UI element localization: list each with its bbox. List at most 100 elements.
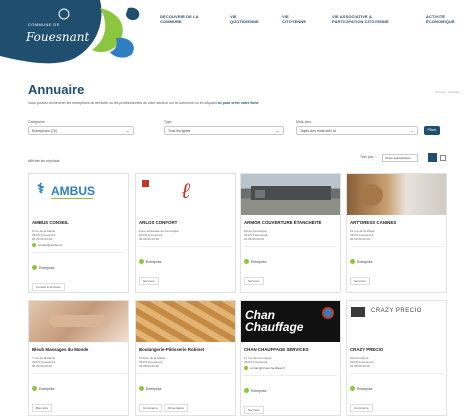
category-badge: Entreprise	[139, 259, 162, 265]
nav-decouvrir[interactable]: DÉCOUVRIR DE LA COMMUNE	[160, 14, 208, 24]
breadcrumb[interactable]: Accueil > Annuaire	[435, 90, 460, 94]
card-address-line: 02 98 00 00 00	[139, 364, 160, 369]
chevron-down-icon: ⌄	[275, 128, 280, 134]
intro-link[interactable]: ici pour créer votre fiche	[218, 101, 259, 105]
results-count: Afficher les résultats	[28, 159, 60, 163]
page-title: Annuaire	[28, 82, 85, 97]
email-icon	[32, 243, 36, 248]
card-image[interactable]: ℓ	[136, 174, 235, 215]
filters-bar: Catégories Entreprises (76) ⌄ Type Tous …	[28, 120, 458, 146]
card-title[interactable]: CRAZY PRECIO	[350, 347, 443, 353]
divider	[244, 246, 337, 248]
category-badge: Entreprise	[32, 265, 54, 271]
filter-button[interactable]: Filtrer	[424, 126, 440, 135]
category-dot-icon	[32, 386, 37, 392]
category-dot-icon	[350, 259, 355, 265]
card-image[interactable]	[29, 301, 128, 342]
card-address-line: 06 00 00 00 00	[32, 237, 53, 242]
card-email[interactable]: contact@ambus.fr	[32, 243, 125, 248]
directory-card[interactable]: Bleuh Massages du Monde 7 rue de la Mairi…	[28, 300, 129, 416]
keywords-value: Tapez des mots-clés ici	[300, 129, 337, 133]
intro-body: Vous pouvez rechercher les entreprises d…	[28, 101, 217, 105]
card-image[interactable]: Chan Chauffage	[241, 301, 340, 342]
card-title[interactable]: ARLOS CONFORT	[139, 220, 232, 226]
logo[interactable]: COMMUNE DE Fouesnant	[0, 0, 150, 72]
card-title[interactable]: ARMOR COUVERTURE ÉTANCHÉITÉ	[244, 220, 337, 226]
sort-select[interactable]: Ordre alphabétique	[382, 154, 418, 162]
grid-view-icon[interactable]	[428, 153, 437, 162]
badge-label: Entreprise	[146, 259, 162, 264]
card-image[interactable]	[241, 174, 340, 215]
card-email-text: contact@chanchauffage.fr	[250, 366, 286, 371]
keywords-label: Mots-clés	[296, 120, 311, 124]
card-image-text: CRAZY PRECIO	[371, 308, 422, 314]
email-icon	[244, 366, 248, 371]
badge-label: Entreprise	[357, 386, 373, 391]
badge-label: Entreprise	[357, 259, 373, 264]
chevron-down-icon: ⌄	[125, 128, 130, 134]
ambus-logo-icon: ⚕	[37, 180, 45, 196]
card-address-line: 02 98 00 00 00	[350, 364, 371, 369]
card-email-text: contact@ambus.fr	[38, 243, 63, 248]
card-tag[interactable]: Commerce	[350, 404, 373, 413]
list-view-icon[interactable]	[440, 155, 446, 161]
logo-line1: COMMUNE DE	[28, 22, 60, 27]
card-tag[interactable]: Services	[244, 277, 264, 286]
directory-card[interactable]: ⚕ AMBUS AMBUS CONSEIL 6 rue de la Mairie 291…	[28, 173, 129, 293]
nav-vie-associative[interactable]: VIE ASSOCIATIVE & PARTICIPATION CITOYENN…	[332, 14, 404, 24]
card-tag[interactable]: Commerce	[139, 404, 162, 413]
category-dot-icon	[244, 388, 249, 394]
card-tag[interactable]: Services	[350, 277, 370, 286]
directory-card[interactable]: Boulangerie-Pâtisserie Robinet 6 Place de…	[135, 300, 236, 416]
card-image[interactable]: ⚕ AMBUS	[29, 174, 128, 215]
card-address-line: 02 98 00 00 00	[139, 237, 160, 242]
category-badge: Entreprise	[244, 388, 266, 394]
type-value: Tous les types	[168, 129, 191, 133]
directory-card[interactable]: CRAZY PRECIO CRAZY PRECIO ZA Kerourgué 2917…	[346, 300, 447, 416]
nav-vie-quotidienne[interactable]: VIE QUOTIDIENNE	[230, 14, 260, 24]
card-address-line: 06 00 00 00 00	[32, 364, 53, 369]
card-title[interactable]: CHAN CHAUFFAGE SERVICES	[244, 347, 337, 353]
card-email[interactable]: contact@chanchauffage.fr	[244, 366, 337, 371]
category-select[interactable]: Entreprises (76) ⌄	[28, 126, 134, 135]
card-image-text: Chan Chauffage	[245, 308, 304, 334]
site-header: COMMUNE DE Fouesnant DÉCOUVRIR DE LA COM…	[0, 0, 470, 72]
directory-card[interactable]: ART'DRESS CANINES 22 rue de la Plage 29170…	[346, 173, 447, 293]
category-dot-icon	[350, 386, 355, 392]
chevron-down-icon: ⌄	[409, 128, 414, 134]
divider	[32, 252, 125, 254]
logo-line2: Fouesnant	[26, 30, 90, 44]
card-title[interactable]: ART'DRESS CANINES	[350, 220, 443, 226]
card-image[interactable]	[347, 174, 446, 215]
nav-activite-economique[interactable]: ACTIVITÉ ÉCONOMIQUE	[426, 14, 466, 24]
card-address-line: 06 00 00 00 00	[350, 237, 371, 242]
card-tag[interactable]: Bien-être	[32, 404, 53, 413]
main-nav: DÉCOUVRIR DE LA COMMUNE VIE QUOTIDIENNE …	[160, 14, 466, 24]
card-image[interactable]	[136, 301, 235, 342]
card-tag[interactable]: Services	[139, 277, 159, 286]
divider	[350, 373, 443, 375]
keywords-input[interactable]: Tapez des mots-clés ici ⌄	[296, 126, 418, 135]
card-title[interactable]: Boulangerie-Pâtisserie Robinet	[139, 347, 232, 353]
card-title[interactable]: Bleuh Massages du Monde	[32, 347, 125, 353]
card-tag[interactable]: Alimentation	[163, 404, 189, 413]
directory-card[interactable]: Chan Chauffage CHAN CHAUFFAGE SERVICES 17 …	[240, 300, 341, 416]
category-value: Entreprises (76)	[32, 129, 57, 133]
category-dot-icon	[244, 259, 249, 265]
category-badge: Entreprise	[244, 259, 266, 265]
card-title[interactable]: AMBUS CONSEIL	[32, 220, 125, 226]
card-tag[interactable]: Conseil & services	[32, 283, 65, 292]
category-dot-icon	[139, 386, 144, 392]
category-dot-icon	[32, 265, 37, 271]
divider	[139, 246, 232, 248]
divider	[350, 246, 443, 248]
directory-card[interactable]: ARMOR COUVERTURE ÉTANCHÉITÉ ZA de Kerourg…	[240, 173, 341, 293]
directory-card[interactable]: ℓ ARLOS CONFORT Zone artisanale de Kerourg…	[135, 173, 236, 293]
nav-vie-citoyenne[interactable]: VIE CITOYENNE	[282, 14, 310, 24]
type-select[interactable]: Tous les types ⌄	[164, 126, 284, 135]
category-badge: Entreprise	[139, 386, 161, 392]
card-image[interactable]: CRAZY PRECIO	[347, 301, 446, 342]
card-address-line: 29170 Fouesnant	[244, 359, 268, 364]
card-tag[interactable]: Services	[244, 406, 264, 415]
divider	[244, 375, 337, 377]
